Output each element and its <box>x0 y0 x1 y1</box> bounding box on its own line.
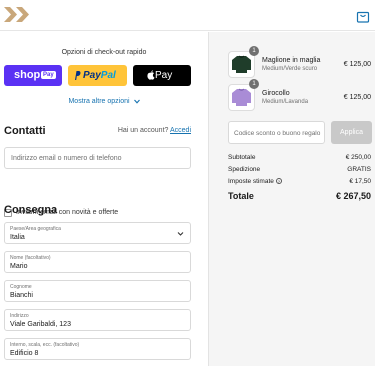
paypal-button[interactable]: PayPal <box>68 65 127 86</box>
country-select[interactable]: Paese/Area geografica Italia <box>4 222 191 244</box>
apply-discount-button[interactable]: Applica <box>331 121 372 144</box>
taxes-value: € 17,50 <box>349 178 371 185</box>
contact-title: Contatti <box>4 125 46 137</box>
taxes-label: Imposte stimate <box>228 178 274 185</box>
sweater-icon <box>232 88 251 106</box>
last-name-field[interactable]: Cognome Bianchi <box>4 280 191 302</box>
country-label: Paese/Area geografica <box>10 226 61 232</box>
info-icon[interactable]: ? <box>275 178 282 185</box>
product-price: € 125,00 <box>343 94 371 101</box>
login-hint: Hai un account? Accedi <box>118 127 191 134</box>
address-label: Indirizzo <box>10 313 29 319</box>
address2-label: Interno, scala, ecc. (facoltativo) <box>10 342 80 348</box>
product-name: Girocollo <box>262 90 290 97</box>
paypal-label: PayPal <box>83 70 116 81</box>
country-value: Italia <box>10 234 25 241</box>
apple-pay-button[interactable]: Pay <box>133 65 191 86</box>
total-label: Totale <box>228 191 254 201</box>
checkout-form: Opzioni di check-out rapido shop Pay Pay… <box>0 32 208 366</box>
sweater-icon <box>232 55 251 73</box>
shopping-bag-icon[interactable] <box>356 9 370 23</box>
product-name: Maglione in maglia <box>262 57 321 64</box>
more-options-link[interactable]: Mostra altre opzioni <box>0 98 208 105</box>
discount-placeholder: Codice sconto o buono regalo <box>234 130 321 137</box>
first-name-value: Mario <box>10 263 28 270</box>
shipping-value: GRATIS <box>347 166 371 173</box>
last-name-value: Bianchi <box>10 292 33 299</box>
subtotal-value: € 250,00 <box>345 154 371 161</box>
shop-pay-label: shop <box>14 69 41 81</box>
chevron-down-icon <box>177 232 184 236</box>
address2-value: Edificio 8 <box>10 350 39 357</box>
order-summary: 1 Maglione in maglia Medium/Verde scuro … <box>208 32 375 366</box>
product-variant: Medium/Lavanda <box>262 99 309 105</box>
last-name-label: Cognome <box>10 284 32 290</box>
more-options-label: Mostra altre opzioni <box>68 98 130 105</box>
quantity-badge: 1 <box>249 79 259 89</box>
login-link[interactable]: Accedi <box>170 127 191 134</box>
discount-code-input[interactable]: Codice sconto o buono regalo <box>228 121 325 144</box>
delivery-title: Consegna <box>4 204 58 216</box>
product-variant: Medium/Verde scuro <box>262 66 318 72</box>
quantity-badge: 1 <box>249 46 259 56</box>
email-placeholder: Indirizzo email o numero di telefono <box>11 155 122 162</box>
address-field[interactable]: Indirizzo Viale Garibaldi, 123 <box>4 309 191 331</box>
login-prompt: Hai un account? <box>117 127 169 134</box>
shop-pay-badge: Pay <box>41 71 56 79</box>
email-field[interactable]: Indirizzo email o numero di telefono <box>4 147 191 169</box>
logo-icon[interactable] <box>4 7 30 22</box>
header <box>0 0 375 31</box>
total-value: € 267,50 <box>335 191 371 201</box>
apple-icon <box>147 70 155 80</box>
address-value: Viale Garibaldi, 123 <box>10 321 71 328</box>
first-name-label: Nome (facoltativo) <box>10 255 51 261</box>
shipping-label: Spedizione <box>228 166 261 173</box>
express-checkout-title: Opzioni di check-out rapido <box>61 49 147 56</box>
apple-pay-label: Pay <box>155 70 173 81</box>
first-name-field[interactable]: Nome (facoltativo) Mario <box>4 251 191 273</box>
chevron-down-icon <box>133 99 140 104</box>
subtotal-label: Subtotale <box>228 154 256 161</box>
taxes-row-label: Imposte stimate? <box>228 178 282 185</box>
product-price: € 125,00 <box>343 61 371 68</box>
paypal-icon <box>75 71 81 80</box>
address2-field[interactable]: Interno, scala, ecc. (facoltativo) Edifi… <box>4 338 191 360</box>
shop-pay-button[interactable]: shop Pay <box>4 65 62 86</box>
